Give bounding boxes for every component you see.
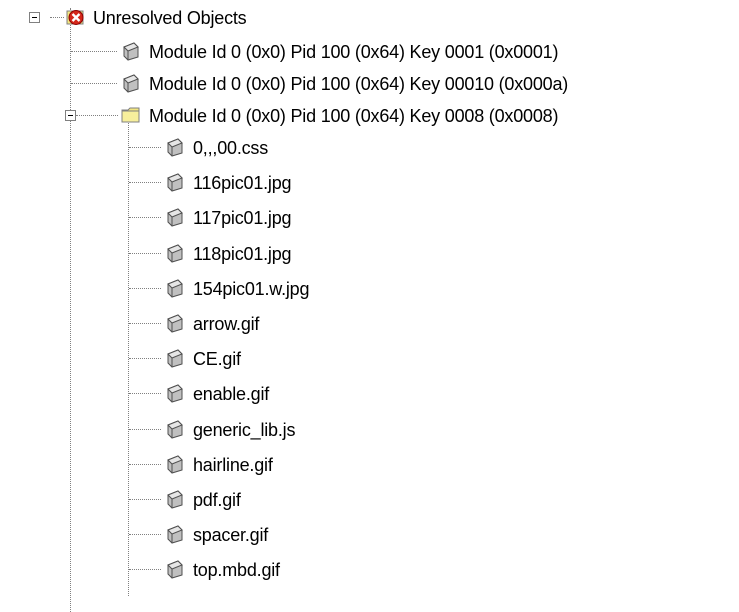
document-icon (167, 208, 183, 227)
tree-item-file[interactable]: 116pic01.jpg (165, 167, 293, 199)
tree-line-h (129, 147, 161, 148)
tree-line-h (129, 358, 161, 360)
tree-item-module[interactable]: Module Id 0 (0x0) Pid 100 (0x64) Key 000… (121, 68, 570, 100)
document-icon (167, 349, 183, 368)
tree-item-module[interactable]: Module Id 0 (0x0) Pid 100 (0x64) Key 000… (121, 100, 560, 132)
tree-line-root (70, 8, 71, 612)
tree-line-h (129, 287, 161, 289)
tree-item-label: 118pic01.jpg (193, 243, 292, 264)
tree-line-h (129, 182, 161, 184)
tree-line-h (129, 463, 161, 465)
tree-item-file[interactable]: 117pic01.jpg (165, 202, 293, 234)
document-icon (167, 560, 183, 579)
document-icon (167, 279, 183, 298)
tree-item-file[interactable]: hairline.gif (165, 449, 275, 481)
document-icon (167, 420, 183, 439)
tree-item-label: generic_lib.js (193, 419, 296, 440)
tree-line-h (76, 115, 118, 116)
document-icon (167, 455, 183, 474)
tree-line-h (129, 393, 161, 395)
tree-item-file[interactable]: 154pic01.w.jpg (165, 273, 311, 305)
tree-item-root[interactable]: Unresolved Objects (65, 2, 248, 34)
tree-line-h (71, 51, 117, 52)
unresolved-error-icon (66, 10, 84, 25)
tree-line-h (129, 217, 161, 219)
tree-item-file[interactable]: 118pic01.jpg (165, 238, 293, 270)
tree-line-h (129, 428, 161, 430)
tree-item-label: 116pic01.jpg (193, 173, 292, 194)
tree-line-h (129, 499, 161, 500)
tree-item-label: pdf.gif (193, 490, 241, 510)
document-icon (167, 314, 183, 333)
tree-item-file[interactable]: arrow.gif (165, 308, 261, 340)
tree-item-file[interactable]: enable.gif (165, 378, 271, 410)
tree-line-h (129, 534, 161, 536)
tree-item-label: Module Id 0 (0x0) Pid 100 (0x64) Key 000… (149, 42, 559, 62)
tree-line-h (129, 252, 161, 254)
collapse-toggle-module[interactable] (65, 110, 76, 121)
tree-item-label: spacer.gif (193, 525, 269, 546)
tree-item-module[interactable]: Module Id 0 (0x0) Pid 100 (0x64) Key 000… (121, 36, 560, 68)
document-icon (167, 173, 183, 192)
tree-item-file[interactable]: top.mbd.gif (165, 554, 282, 586)
tree-item-label: Module Id 0 (0x0) Pid 100 (0x64) Key 000… (149, 74, 569, 94)
tree-item-label: 154pic01.w.jpg (193, 278, 310, 299)
tree-item-file[interactable]: CE.gif (165, 343, 243, 375)
tree-line-h (71, 83, 117, 84)
document-icon (123, 42, 139, 61)
tree-line-h (129, 569, 161, 571)
tree-item-label: arrow.gif (193, 314, 260, 334)
tree-item-file[interactable]: 0,,,00.css (165, 132, 270, 164)
tree-item-label: 117pic01.jpg (193, 208, 292, 229)
document-icon (167, 244, 183, 263)
folder-icon (121, 107, 140, 123)
tree-line-root-h (50, 17, 64, 18)
unresolved-objects-tree: Unresolved Objects Module Id 0 (0x0) Pid… (0, 0, 739, 612)
collapse-toggle-root[interactable] (29, 12, 40, 23)
tree-item-label: top.mbd.gif (193, 560, 280, 581)
tree-item-label: 0,,,00.css (193, 138, 269, 158)
tree-item-label: CE.gif (193, 349, 241, 370)
tree-item-label: Unresolved Objects (93, 8, 247, 28)
tree-item-label: hairline.gif (193, 454, 273, 475)
tree-item-file[interactable]: generic_lib.js (165, 414, 297, 446)
document-icon (167, 525, 183, 544)
tree-item-label: Module Id 0 (0x0) Pid 100 (0x64) Key 000… (149, 106, 559, 126)
tree-line-h (129, 323, 161, 324)
document-icon (123, 74, 139, 93)
document-icon (167, 384, 183, 403)
document-icon (167, 490, 183, 509)
document-icon (167, 138, 183, 157)
tree-item-file[interactable]: pdf.gif (165, 484, 243, 516)
tree-item-label: enable.gif (193, 384, 270, 405)
tree-item-file[interactable]: spacer.gif (165, 519, 270, 551)
